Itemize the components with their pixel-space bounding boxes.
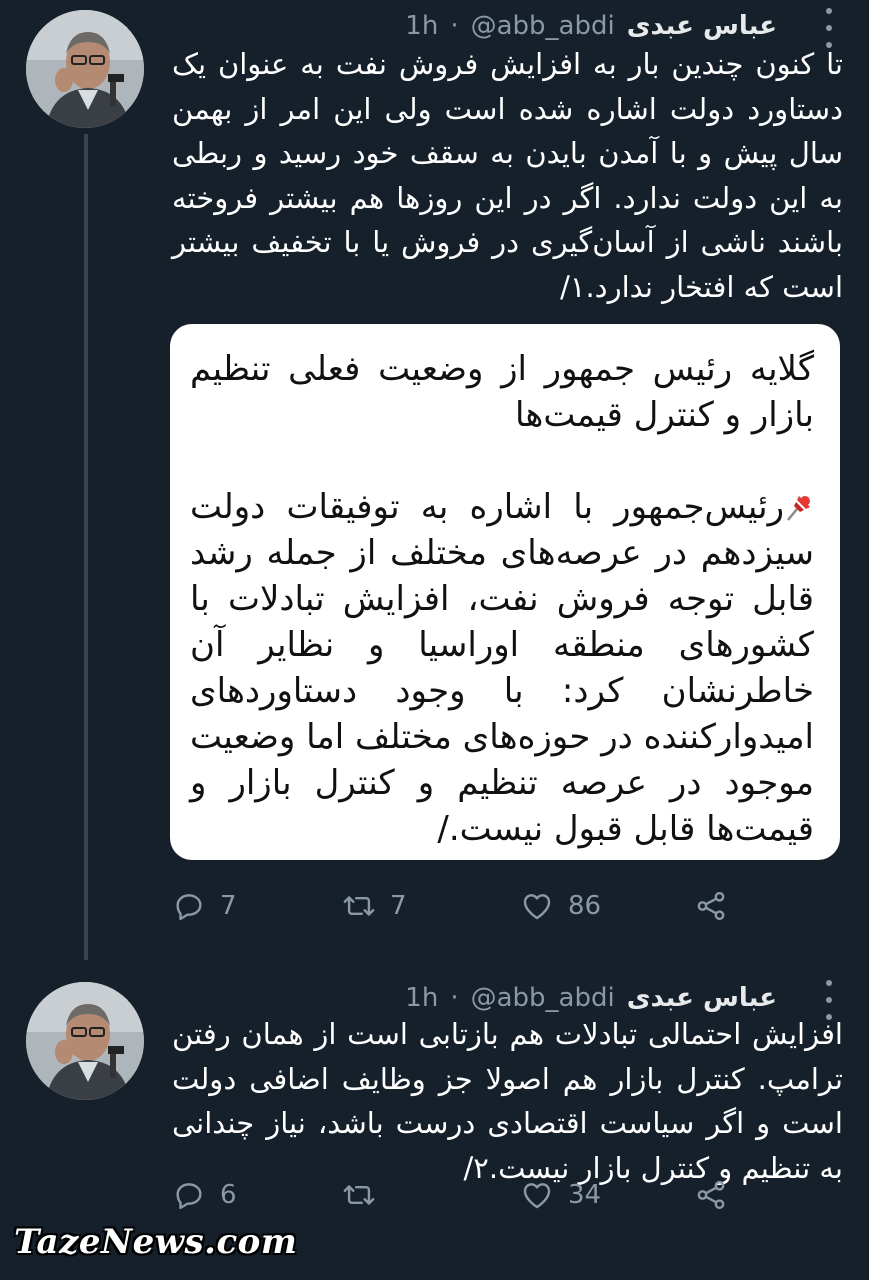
avatar-photo — [26, 10, 144, 128]
reply-count: 6 — [220, 1180, 237, 1210]
avatar-photo — [26, 982, 144, 1100]
tweet-header: عباس عبدی @abb_abdi · 1h — [405, 6, 777, 46]
media-heading: گلایه رئیس جمهور از وضعیت فعلی تنظیم باز… — [190, 349, 814, 435]
author-handle[interactable]: @abb_abdi — [471, 983, 615, 1013]
tweet-actions: 6 34 — [170, 1173, 770, 1217]
like-button[interactable]: 34 — [520, 1173, 601, 1217]
tweet-actions: 7 7 86 — [170, 884, 770, 928]
tweet-1[interactable]: عباس عبدی @abb_abdi · 1h تا کنون چندین ب… — [0, 0, 869, 960]
reply-icon — [176, 894, 202, 921]
share-icon — [697, 891, 725, 921]
like-count: 86 — [568, 891, 602, 921]
reply-button[interactable]: 6 — [172, 1173, 237, 1217]
author-name[interactable]: عباس عبدی — [627, 11, 777, 41]
tweet-media-image[interactable]: گلایه رئیس جمهور از وضعیت فعلی تنظیم باز… — [170, 324, 840, 860]
timestamp[interactable]: 1h — [405, 983, 438, 1013]
author-name[interactable]: عباس عبدی — [627, 983, 777, 1013]
like-button[interactable]: 86 — [520, 884, 601, 928]
tweet-text: تا کنون چندین بار به افزایش فروش نفت به … — [172, 47, 843, 304]
reply-button[interactable]: 7 — [172, 884, 237, 928]
media-body: رئیس‌جمهور با اشاره به توفیقات دولت سیزد… — [190, 487, 814, 849]
heart-icon — [523, 1183, 551, 1209]
separator-dot: · — [450, 11, 459, 41]
thread-connector — [84, 134, 88, 960]
retweet-icon — [343, 896, 375, 916]
retweet-button[interactable] — [342, 1173, 390, 1217]
reply-icon — [176, 1183, 202, 1210]
reply-count: 7 — [220, 891, 237, 921]
like-count: 34 — [568, 1180, 602, 1210]
avatar[interactable] — [26, 982, 144, 1100]
retweet-icon — [343, 1185, 375, 1205]
separator-dot: · — [450, 983, 459, 1013]
timestamp[interactable]: 1h — [405, 11, 438, 41]
media-body-paragraph: رئیس‌جمهور با اشاره به توفیقات دولت سیزد… — [190, 484, 814, 852]
site-watermark: TazeNews.com — [14, 1222, 298, 1262]
retweet-count: 7 — [390, 891, 407, 921]
pushpin-icon — [787, 496, 810, 521]
avatar[interactable] — [26, 10, 144, 128]
author-handle[interactable]: @abb_abdi — [471, 11, 615, 41]
media-text: گلایه رئیس جمهور از وضعیت فعلی تنظیم باز… — [190, 346, 814, 852]
retweet-button[interactable]: 7 — [342, 884, 407, 928]
tweet-text: افزایش احتمالی تبادلات هم بازتابی است از… — [172, 1017, 843, 1185]
share-icon — [697, 1180, 725, 1210]
share-button[interactable] — [694, 884, 728, 928]
share-button[interactable] — [694, 1173, 728, 1217]
heart-icon — [523, 894, 551, 920]
